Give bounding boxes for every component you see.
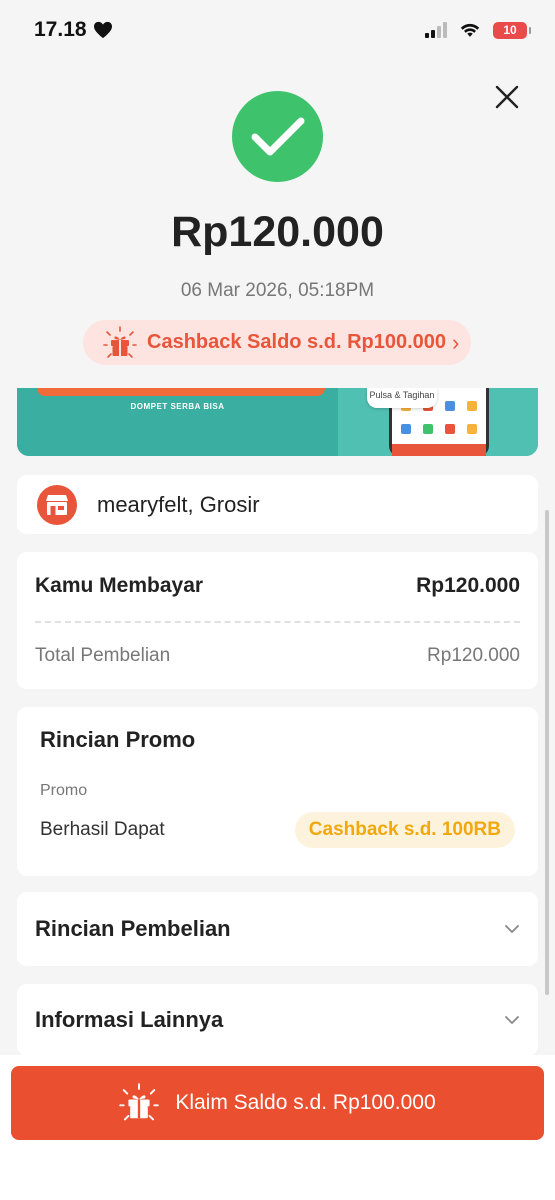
claim-balance-button[interactable]: Klaim Saldo s.d. Rp100.000 [11,1066,544,1140]
total-value: Rp120.000 [427,645,520,666]
gift-icon [119,1083,160,1121]
signal-icon [425,22,447,38]
payment-datetime: 06 Mar 2026, 05:18PM [180,280,375,301]
banner-orange-strip [37,388,325,396]
promo-banner[interactable]: DOMPET SERBA BISA Pulsa & Tagihan [17,388,538,456]
payment-row: Kamu Membayar Rp120.000 [35,574,520,598]
success-check [232,91,323,182]
merchant-name: mearyfelt, Grosir [97,491,260,517]
promo-row: Berhasil Dapat Cashback s.d. 100RB [40,812,515,848]
other-info-title: Informasi Lainnya [35,1007,224,1032]
chevron-right-icon: › [452,329,460,355]
battery-level: 10 [503,23,517,37]
cashback-pill[interactable]: Cashback Saldo s.d. Rp100.000 › [83,320,471,365]
other-info-section[interactable]: Informasi Lainnya [17,984,538,1056]
status-icons: 10 [425,21,531,39]
close-icon [495,85,519,109]
battery-icon: 10 [493,21,531,39]
check-icon [251,117,304,155]
promo-title: Rincian Promo [40,727,196,752]
cashback-badge: Cashback s.d. 100RB [294,812,515,848]
gift-icon [103,325,137,358]
payment-title: Kamu Membayar [35,574,204,597]
divider [35,621,520,623]
merchant-card[interactable]: mearyfelt, Grosir [17,475,538,534]
claim-balance-label: Klaim Saldo s.d. Rp100.000 [175,1091,436,1114]
promo-subtitle: Promo [40,782,88,799]
banner-text: DOMPET SERBA BISA [130,402,225,411]
total-label: Total Pembelian [35,645,171,666]
shop-icon [37,484,77,525]
close-button[interactable] [490,80,524,114]
status-time: 17.18 [34,18,113,42]
heart-icon [93,21,112,39]
purchase-details-section[interactable]: Rincian Pembelian [17,892,538,966]
status-bar: 17.18 10 [0,0,555,60]
scrollbar[interactable] [545,510,549,995]
cashback-pill-label: Cashback Saldo s.d. Rp100.000 [147,331,447,353]
wifi-icon [460,23,480,37]
purchase-details-title: Rincian Pembelian [35,916,231,941]
clock: 17.18 [34,18,87,41]
promo-row-label: Berhasil Dapat [40,819,165,840]
promo-details-card: Rincian Promo Promo Berhasil Dapat Cashb… [17,707,538,876]
banner-left [17,388,338,456]
banner-phone-chip: Pulsa & Tagihan [367,388,437,408]
total-row: Total Pembelian Rp120.000 [35,645,520,667]
payment-amount: Rp120.000 [171,208,384,256]
chevron-down-icon [505,925,519,934]
payment-summary-card: Kamu Membayar Rp120.000 Total Pembelian … [17,552,538,689]
payment-total-amount: Rp120.000 [416,574,520,597]
chevron-down-icon [505,1016,519,1025]
banner-phone-bar [392,444,486,456]
